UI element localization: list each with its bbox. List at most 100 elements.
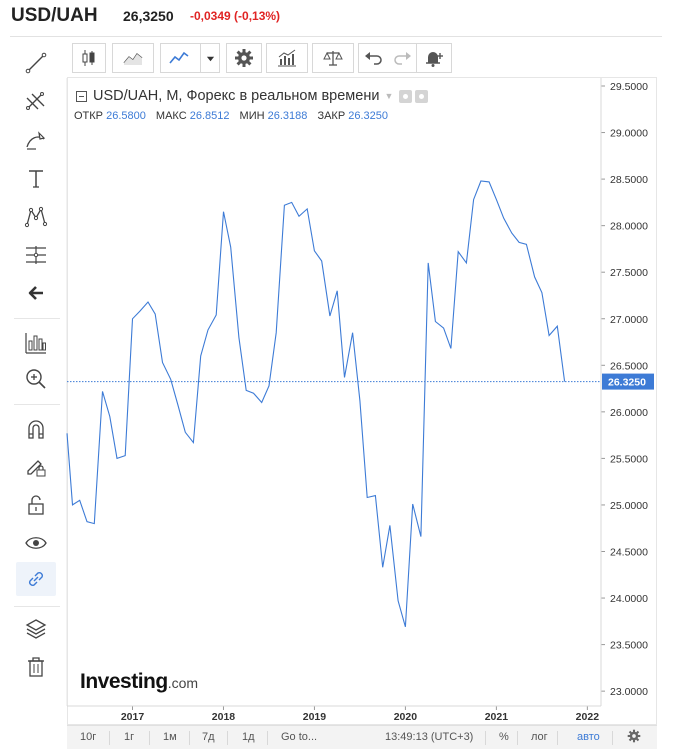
instrument-pair: USD/UAH: [11, 5, 98, 26]
candles-button[interactable]: [72, 43, 106, 73]
settings-button[interactable]: [226, 43, 262, 73]
undo-redo-group: [358, 43, 418, 73]
indicator-icon: [25, 333, 46, 354]
range-1y-button[interactable]: 1г: [124, 731, 134, 743]
unlock-tool[interactable]: [16, 488, 56, 522]
log-toggle[interactable]: лог: [531, 731, 548, 743]
close-value: 26.3250: [348, 110, 389, 122]
back-arrow-icon: [28, 286, 43, 300]
brush-icon: [26, 131, 46, 150]
area-chart-button[interactable]: [112, 43, 154, 73]
fib-icon: [26, 92, 45, 110]
range-1m-button[interactable]: 1м: [163, 731, 177, 743]
line-chart-icon: [169, 51, 189, 64]
bottom-divider: [612, 731, 613, 745]
trash-icon: [28, 657, 44, 677]
chevron-down-icon: [206, 56, 214, 61]
open-label: ОТКР: [74, 110, 104, 122]
legend-title-text: USD/UAH, M, Форекс в реальном времени: [93, 88, 380, 104]
layers-icon: [25, 619, 47, 639]
collapse-legend-icon[interactable]: [76, 90, 87, 102]
open-value: 26.5800: [106, 110, 146, 122]
high-value: 26.8512: [189, 110, 230, 122]
range-10y-button[interactable]: 10г: [80, 731, 96, 743]
eye-icon: [25, 537, 47, 549]
close-label: ЗАКР: [317, 110, 346, 122]
measure-icon: [26, 246, 46, 264]
trend-line-tool[interactable]: [16, 46, 56, 80]
undo-icon[interactable]: [364, 48, 384, 68]
redo-icon[interactable]: [392, 48, 412, 68]
ohlc-legend: ОТКР 26.5800 МАКС 26.8512 МИН 26.3188 ЗА…: [74, 110, 395, 122]
zoom-tool[interactable]: [16, 362, 56, 396]
lock-drawing-tool[interactable]: [16, 450, 56, 484]
back-tool[interactable]: [16, 276, 56, 310]
auto-toggle[interactable]: авто: [577, 731, 600, 743]
bottom-divider: [557, 731, 558, 745]
sidebar-divider: [14, 318, 60, 319]
logo-suffix: .com: [167, 675, 199, 691]
low-value: 26.3188: [267, 110, 308, 122]
gear-icon: [235, 49, 253, 67]
link-tool[interactable]: [16, 562, 56, 596]
header-divider: [10, 36, 662, 37]
measure-tool[interactable]: [16, 238, 56, 272]
indicators-icon: [278, 49, 296, 67]
instrument-price: 26,3250: [123, 8, 174, 24]
investing-logo: Investing.com: [80, 670, 198, 694]
goto-button[interactable]: Go to...: [281, 731, 317, 743]
chart-legend-title: USD/UAH, M, Форекс в реальном времени ▼: [76, 88, 429, 104]
delete-tool[interactable]: [16, 650, 56, 684]
scales-icon: [323, 51, 343, 66]
zoom-icon: [26, 369, 46, 389]
bottom-divider: [149, 731, 150, 745]
candlestick-icon: [82, 50, 95, 66]
logo-main-text: Investing: [80, 670, 168, 693]
bottom-divider: [109, 731, 110, 745]
high-label: МАКС: [155, 110, 187, 122]
range-7d-button[interactable]: 7д: [202, 731, 215, 743]
chart-toolbar: [68, 40, 654, 76]
series-settings-icon[interactable]: [415, 89, 429, 103]
drawing-toolbar: [12, 40, 60, 690]
gear-icon: [627, 729, 641, 743]
lock-drawing-icon: [27, 460, 46, 477]
alert-button[interactable]: [416, 43, 452, 73]
bottom-divider: [485, 731, 486, 745]
layers-tool[interactable]: [16, 612, 56, 646]
brush-tool[interactable]: [16, 124, 56, 158]
indicators-tool[interactable]: [16, 326, 56, 360]
text-tool[interactable]: [16, 162, 56, 196]
visibility-toggle-icon[interactable]: [399, 89, 413, 103]
trend-line-icon: [25, 52, 47, 74]
unlock-icon: [28, 495, 44, 515]
visibility-tool[interactable]: [16, 526, 56, 560]
caret-down-icon[interactable]: ▼: [384, 91, 393, 101]
fib-tool[interactable]: [16, 85, 56, 119]
magnet-tool[interactable]: [16, 412, 56, 446]
chart-area[interactable]: [67, 77, 657, 725]
bottom-settings-button[interactable]: [627, 729, 641, 746]
text-icon: [29, 170, 43, 188]
link-icon: [29, 572, 43, 586]
pattern-tool[interactable]: [16, 200, 56, 234]
bell-plus-icon: [426, 52, 443, 67]
compare-button[interactable]: [312, 43, 354, 73]
bottom-divider: [227, 731, 228, 745]
indicators-button[interactable]: [266, 43, 308, 73]
clock-readout: 13:49:13 (UTC+3): [385, 731, 474, 743]
instrument-change: -0,0349 (-0,13%): [190, 9, 281, 23]
area-chart-icon: [123, 53, 143, 65]
percent-toggle[interactable]: %: [499, 731, 509, 743]
instrument-header: USD/UAH 26,3250 -0,0349 (-0,13%): [0, 0, 674, 34]
pattern-icon: [24, 206, 48, 228]
low-label: МИН: [239, 110, 265, 122]
bottom-divider: [267, 731, 268, 745]
chart-type-dropdown[interactable]: [200, 43, 220, 73]
sidebar-divider: [14, 606, 60, 607]
bottom-divider: [189, 731, 190, 745]
chart-bottom-bar: 10г 1г 1м 7д 1д Go to... 13:49:13 (UTC+3…: [67, 725, 657, 749]
range-1d-button[interactable]: 1д: [242, 731, 255, 743]
magnet-icon: [28, 420, 44, 439]
bottom-divider: [517, 731, 518, 745]
